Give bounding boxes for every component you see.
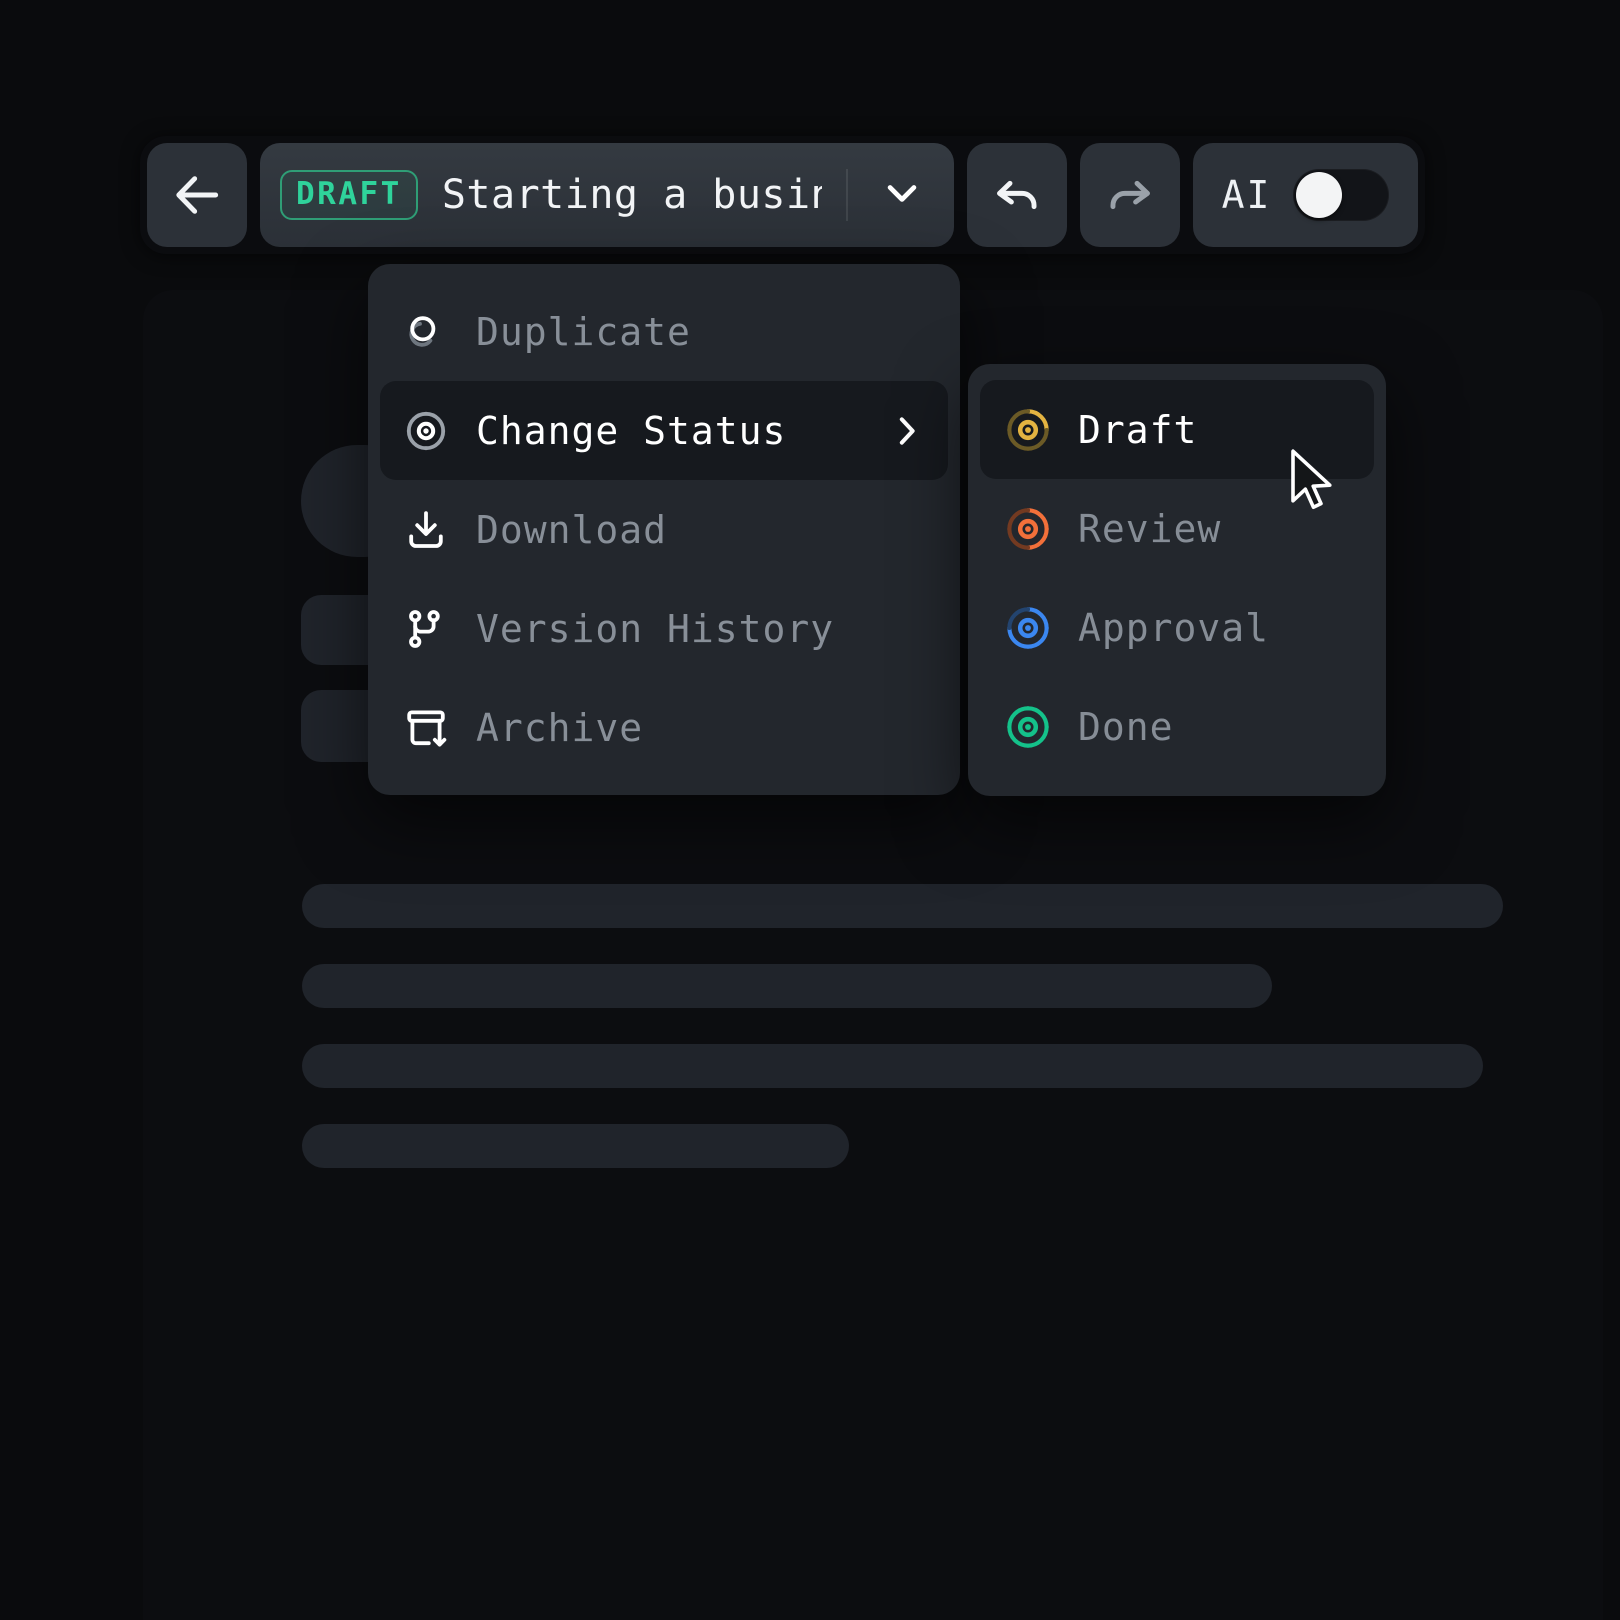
- status-badge: DRAFT: [280, 170, 418, 220]
- status-ring-icon: [1002, 404, 1054, 456]
- menu-item-change-status[interactable]: Change Status: [380, 381, 948, 480]
- undo-icon: [989, 167, 1045, 223]
- menu-item-archive[interactable]: Archive: [380, 678, 948, 777]
- status-ring-icon: [1002, 602, 1054, 654]
- redo-icon: [1102, 167, 1158, 223]
- menu-item-download[interactable]: Download: [380, 480, 948, 579]
- menu-item-label: Change Status: [476, 409, 786, 453]
- document-context-menu: Duplicate Change Status: [368, 264, 960, 795]
- arrow-left-icon: [169, 167, 225, 223]
- title-divider: [846, 169, 848, 221]
- ai-toggle-switch[interactable]: [1293, 169, 1389, 221]
- ai-toggle-control[interactable]: AI: [1193, 143, 1418, 247]
- copy-icon: [402, 308, 450, 356]
- status-option-label: Approval: [1078, 606, 1269, 650]
- chevron-right-icon: [886, 411, 926, 451]
- menu-item-version-history[interactable]: Version History: [380, 579, 948, 678]
- menu-item-label: Version History: [476, 607, 834, 651]
- menu-item-label: Duplicate: [476, 310, 691, 354]
- status-option-review[interactable]: Review: [980, 479, 1374, 578]
- menu-item-duplicate[interactable]: Duplicate: [380, 282, 948, 381]
- download-icon: [402, 506, 450, 554]
- title-dropdown-button[interactable]: [872, 171, 932, 219]
- text-line-4: [302, 1124, 849, 1168]
- text-line-1: [302, 884, 1503, 928]
- status-option-done[interactable]: Done: [980, 677, 1374, 776]
- status-target-icon: [402, 407, 450, 455]
- status-option-draft[interactable]: Draft: [980, 380, 1374, 479]
- ai-toggle-knob: [1296, 172, 1342, 218]
- menu-item-label: Download: [476, 508, 667, 552]
- status-option-label: Review: [1078, 507, 1221, 551]
- git-branch-icon: [402, 605, 450, 653]
- archive-down-icon: [402, 704, 450, 752]
- redo-button[interactable]: [1080, 143, 1180, 247]
- text-line-3: [302, 1044, 1483, 1088]
- status-ring-icon: [1002, 503, 1054, 555]
- status-option-approval[interactable]: Approval: [980, 578, 1374, 677]
- menu-item-label: Archive: [476, 706, 643, 750]
- status-submenu: Draft Review: [968, 364, 1386, 796]
- status-option-label: Done: [1078, 705, 1174, 749]
- back-button[interactable]: [147, 143, 247, 247]
- chevron-down-icon: [880, 171, 924, 219]
- text-line-2: [302, 964, 1272, 1008]
- status-option-label: Draft: [1078, 408, 1197, 452]
- app-screen: DRAFT Starting a busin...: [0, 0, 1620, 1620]
- undo-button[interactable]: [967, 143, 1067, 247]
- document-title-dropdown[interactable]: DRAFT Starting a busin...: [260, 143, 954, 247]
- page-title: Starting a busin...: [442, 172, 822, 218]
- status-ring-icon: [1002, 701, 1054, 753]
- ai-label: AI: [1222, 173, 1272, 217]
- editor-toolbar: DRAFT Starting a busin...: [140, 136, 1425, 254]
